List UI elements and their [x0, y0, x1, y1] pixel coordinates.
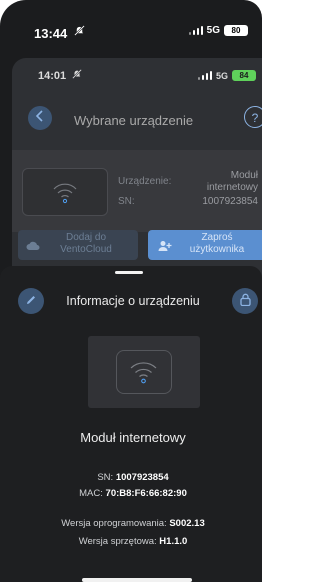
inner-status-indicators: 5G 84	[197, 70, 256, 81]
device-thumbnail	[22, 168, 108, 216]
add-to-cloud-label: Dodaj do VentoCloud	[60, 232, 112, 255]
inner-network-label: 5G	[215, 70, 228, 81]
mac-address-value: 70:B8:F6:66:82:90	[105, 488, 187, 499]
wifi-icon	[53, 183, 77, 204]
device-sn-value: 1007923854	[202, 196, 258, 207]
outer-network-label: 5G	[206, 25, 220, 36]
device-info-sheet: Informacje o urządzeniu Moduł internetow…	[0, 266, 262, 582]
mac-address-row: MAC: 70:B8:F6:66:82:90	[0, 488, 262, 499]
device-summary-card[interactable]: Urządzenie: Moduł internetowy SN: 100792…	[12, 150, 262, 232]
phone-screen: 13:44 5G 80 14:01 5G 84 Wybrane urządzen…	[0, 0, 262, 582]
device-module-outline	[116, 350, 172, 394]
hardware-version-row: Wersja sprzętowa: H1.1.0	[0, 536, 262, 547]
inner-status-bar: 14:01 5G 84	[12, 58, 262, 98]
serial-number-row: SN: 1007923854	[0, 472, 262, 483]
device-type-label: Urządzenie:	[118, 176, 172, 187]
firmware-version-label: Wersja oprogramowania:	[61, 518, 167, 529]
mac-address-label: MAC:	[79, 488, 103, 499]
inner-battery-badge: 84	[232, 70, 256, 81]
firmware-version-value: S002.13	[169, 518, 205, 529]
add-to-cloud-button[interactable]: Dodaj do VentoCloud	[18, 230, 138, 260]
question-icon: ?	[251, 111, 259, 125]
outer-battery-badge: 80	[224, 25, 248, 36]
hardware-version-label: Wersja sprzętowa:	[78, 536, 157, 547]
invite-user-label: Zaproś użytkownika	[189, 232, 245, 255]
hardware-version-value: H1.1.0	[159, 536, 188, 547]
bell-slash-icon	[74, 25, 85, 39]
signal-bars-icon	[197, 71, 212, 80]
signal-bars-icon	[188, 26, 203, 35]
device-image	[88, 336, 200, 408]
outer-status-indicators: 5G 80	[188, 25, 248, 36]
firmware-version-row: Wersja oprogramowania: S002.13	[0, 518, 262, 529]
lock-button[interactable]	[232, 288, 258, 314]
serial-number-value: 1007923854	[115, 472, 169, 483]
serial-number-label: SN:	[97, 472, 114, 483]
user-plus-icon	[158, 240, 172, 256]
invite-user-button[interactable]: Zaproś użytkownika	[148, 230, 262, 260]
bell-slash-icon	[72, 69, 82, 82]
inner-status-time: 14:01	[38, 70, 67, 82]
sheet-title: Informacje o urządzeniu	[66, 294, 200, 308]
outer-status-bar: 13:44 5G 80	[0, 0, 262, 60]
device-type-value: Moduł internetowy	[206, 170, 258, 193]
lock-icon	[239, 293, 251, 309]
device-name: Moduł internetowy	[80, 430, 186, 445]
page-title: Wybrane urządzenie	[74, 113, 194, 128]
back-button[interactable]	[28, 106, 52, 130]
device-sn-label: SN:	[118, 196, 135, 207]
wifi-icon	[130, 362, 157, 384]
home-indicator	[82, 578, 192, 582]
cloud-icon	[26, 241, 40, 255]
chevron-left-icon	[35, 109, 45, 126]
help-button[interactable]: ?	[244, 106, 262, 128]
sheet-drag-handle[interactable]	[115, 271, 143, 274]
outer-status-time: 13:44	[34, 26, 68, 41]
